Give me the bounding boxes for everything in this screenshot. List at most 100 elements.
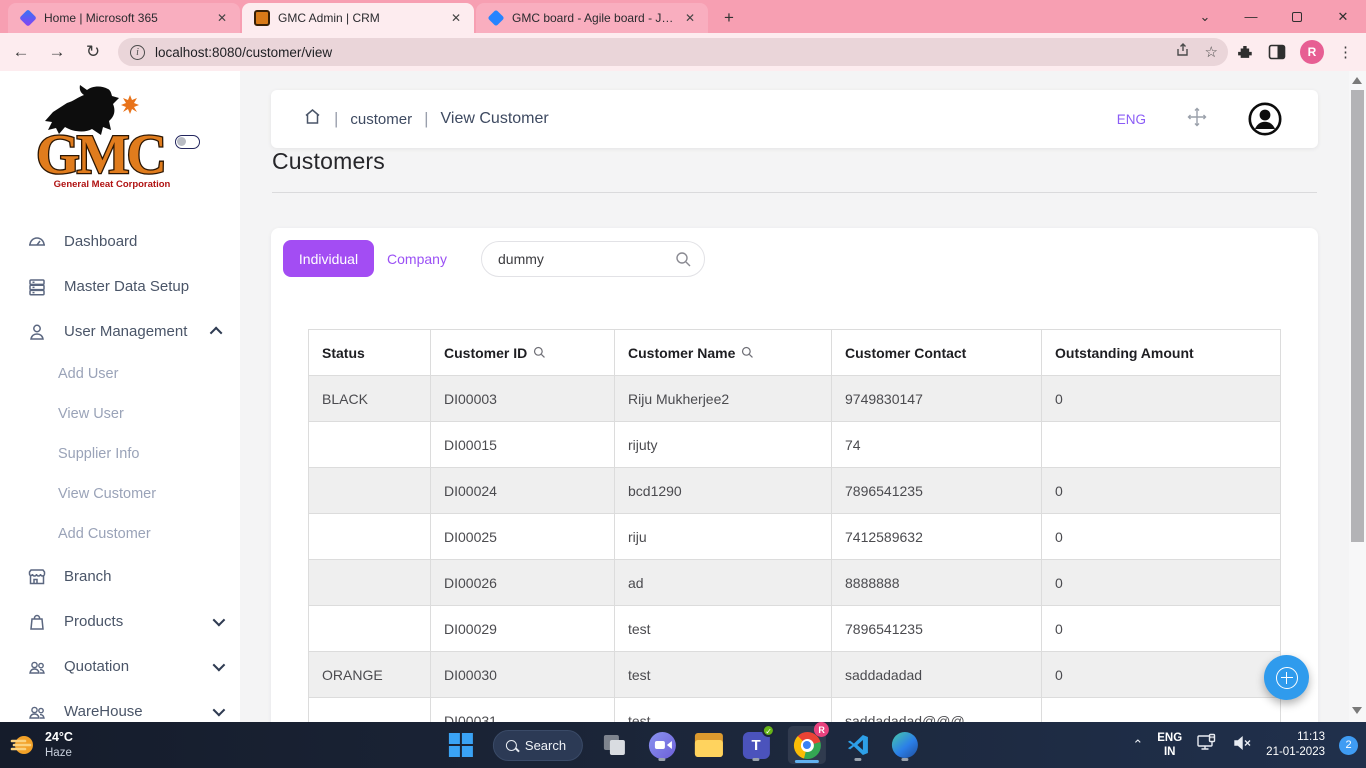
sidebar-collapse-toggle[interactable] <box>175 135 200 149</box>
tab-title: GMC board - Agile board - Jira <box>512 11 674 25</box>
breadcrumb-section[interactable]: customer <box>350 111 412 128</box>
table-row[interactable]: DI00025riju74125896320 <box>309 514 1281 560</box>
cell-name: rijuty <box>615 422 832 468</box>
column-search-icon[interactable] <box>533 346 546 359</box>
taskbar-search[interactable]: Search <box>493 730 583 761</box>
sidebar-item-warehouse[interactable]: WareHouse <box>0 689 240 722</box>
table-header-row: Status Customer ID Customer Name Custome… <box>309 330 1281 376</box>
table-row[interactable]: DI00015rijuty74 <box>309 422 1281 468</box>
cell-id: DI00031 <box>431 698 615 723</box>
sidebar-item-dashboard[interactable]: Dashboard <box>0 219 240 264</box>
cell-id: DI00025 <box>431 514 615 560</box>
extensions-puzzle-icon[interactable] <box>1236 43 1254 61</box>
sidebar-item-label: Quotation <box>64 658 213 675</box>
column-search-icon[interactable] <box>741 346 754 359</box>
cell-id: DI00015 <box>431 422 615 468</box>
cell-outstanding: 0 <box>1042 468 1281 514</box>
add-customer-fab-button[interactable] <box>1264 655 1309 700</box>
scroll-up-icon[interactable] <box>1352 77 1362 84</box>
cell-outstanding: 0 <box>1042 606 1281 652</box>
cell-name: ad <box>615 560 832 606</box>
sidebar-item-user-management[interactable]: User Management <box>0 309 240 354</box>
customer-search-input[interactable] <box>498 251 675 267</box>
browser-tab-m365[interactable]: Home | Microsoft 365 ✕ <box>8 3 240 33</box>
sidebar-item-view-user[interactable]: View User <box>0 394 240 434</box>
scrollbar-thumb[interactable] <box>1351 90 1364 542</box>
window-close-button[interactable]: ✕ <box>1320 0 1366 33</box>
close-tab-icon[interactable]: ✕ <box>448 10 464 26</box>
bookmark-star-icon[interactable]: ☆ <box>1205 43 1218 61</box>
cell-outstanding: 0 <box>1042 376 1281 422</box>
reload-icon[interactable]: ↻ <box>78 37 108 67</box>
sidebar-item-view-customer[interactable]: View Customer <box>0 474 240 514</box>
hidden-icons-chevron[interactable]: ⌃ <box>1132 737 1143 753</box>
side-panel-icon[interactable] <box>1268 43 1286 61</box>
new-tab-button[interactable]: + <box>716 5 742 31</box>
table-row[interactable]: DI00026ad88888880 <box>309 560 1281 606</box>
weather-widget[interactable]: 24°C Haze <box>10 730 73 760</box>
table-row[interactable]: DI00029test78965412350 <box>309 606 1281 652</box>
sidebar-item-add-user[interactable]: Add User <box>0 354 240 394</box>
network-icon[interactable] <box>1196 733 1218 758</box>
sidebar-item-label: User Management <box>64 323 213 340</box>
forward-icon[interactable]: → <box>42 37 72 67</box>
company-tab-button[interactable]: Company <box>371 240 463 277</box>
close-tab-icon[interactable]: ✕ <box>682 10 698 26</box>
clock-widget[interactable]: 11:13 21-01-2023 <box>1266 730 1325 760</box>
window-maximize-button[interactable] <box>1274 0 1320 33</box>
cell-name: test <box>615 698 832 723</box>
chat-app-button[interactable] <box>647 728 677 762</box>
sidebar-item-quotation[interactable]: Quotation <box>0 644 240 689</box>
close-tab-icon[interactable]: ✕ <box>214 10 230 26</box>
search-icon[interactable] <box>675 251 692 268</box>
move-arrows-icon[interactable] <box>1186 106 1208 133</box>
language-indicator[interactable]: ENG IN <box>1157 731 1182 760</box>
scroll-down-icon[interactable] <box>1352 707 1362 714</box>
sidebar-item-branch[interactable]: Branch <box>0 554 240 599</box>
browser-tab-jira[interactable]: GMC board - Agile board - Jira ✕ <box>476 3 708 33</box>
notification-badge[interactable]: 2 <box>1339 736 1358 755</box>
running-indicator <box>753 758 760 761</box>
breadcrumb-page[interactable]: View Customer <box>441 110 549 128</box>
start-button[interactable] <box>446 728 476 762</box>
page-scrollbar[interactable] <box>1349 71 1366 722</box>
cell-contact: 7896541235 <box>832 606 1042 652</box>
cell-contact: 9749830147 <box>832 376 1042 422</box>
window-chevron-icon[interactable]: ⌄ <box>1182 0 1228 33</box>
cell-status: ORANGE <box>309 652 431 698</box>
sidebar-subitem-label: View User <box>58 406 124 422</box>
home-icon[interactable] <box>303 107 322 131</box>
sidebar-item-products[interactable]: Products <box>0 599 240 644</box>
sidebar-item-add-customer[interactable]: Add Customer <box>0 514 240 554</box>
vscode-button[interactable] <box>843 728 873 762</box>
url-text[interactable]: localhost:8080/customer/view <box>155 45 1161 60</box>
window-minimize-button[interactable]: — <box>1228 0 1274 33</box>
sidebar-item-master-data-setup[interactable]: Master Data Setup <box>0 264 240 309</box>
sidebar-subitem-label: Add User <box>58 366 118 382</box>
table-row[interactable]: BLACKDI00003Riju Mukherjee297498301470 <box>309 376 1281 422</box>
site-info-icon[interactable]: i <box>130 45 145 60</box>
cell-id: DI00003 <box>431 376 615 422</box>
table-row[interactable]: DI00031testsaddadadad@@@ <box>309 698 1281 723</box>
individual-tab-button[interactable]: Individual <box>283 240 374 277</box>
volume-muted-icon[interactable] <box>1232 734 1252 757</box>
back-icon[interactable]: ← <box>6 37 36 67</box>
browser-menu-icon[interactable]: ⋮ <box>1338 43 1353 61</box>
window-controls: ⌄ — ✕ <box>1182 0 1366 33</box>
toolbar-actions: R ⋮ <box>1236 40 1353 64</box>
table-row[interactable]: ORANGEDI00030testsaddadadad0 <box>309 652 1281 698</box>
user-avatar[interactable] <box>1248 102 1282 136</box>
gmc-logo-tagline: General Meat Corporation <box>54 179 171 190</box>
address-bar[interactable]: i localhost:8080/customer/view ☆ <box>118 38 1228 66</box>
share-icon[interactable] <box>1175 42 1191 62</box>
chrome-button[interactable]: R <box>788 726 826 764</box>
task-view-button[interactable] <box>600 728 630 762</box>
browser-tab-gmc-admin[interactable]: GMC Admin | CRM ✕ <box>242 3 474 33</box>
edge-button[interactable] <box>890 728 920 762</box>
file-explorer-button[interactable] <box>694 728 724 762</box>
browser-profile-avatar[interactable]: R <box>1300 40 1324 64</box>
language-selector[interactable]: ENG <box>1117 112 1146 127</box>
table-row[interactable]: DI00024bcd129078965412350 <box>309 468 1281 514</box>
sidebar-item-supplier-info[interactable]: Supplier Info <box>0 434 240 474</box>
teams-button[interactable]: T ✓ <box>741 728 771 762</box>
